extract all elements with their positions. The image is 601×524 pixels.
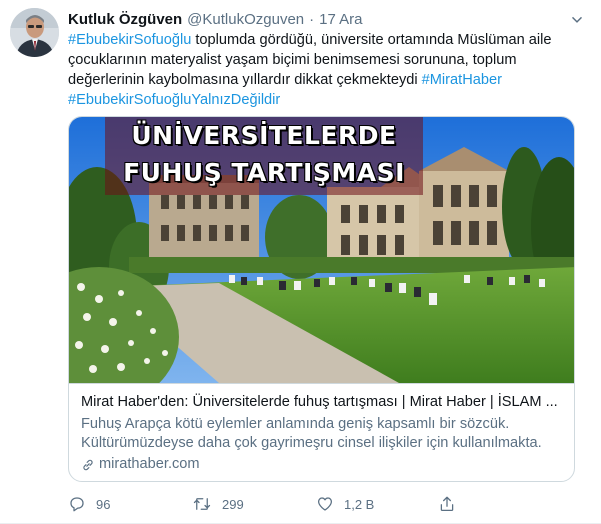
avatar[interactable] xyxy=(10,8,59,57)
link-preview-card[interactable]: ÜNİVERSİTELERDE FUHUŞ TARTIŞMASI Mirat H… xyxy=(68,116,575,482)
reply-icon xyxy=(70,497,84,512)
retweet-count: 299 xyxy=(222,496,244,512)
retweet-icon xyxy=(193,498,211,510)
headline-banner: ÜNİVERSİTELERDE FUHUŞ TARTIŞMASI xyxy=(105,117,423,195)
tweet-text: #EbubekirSofuoğlu toplumda gördüğü, üniv… xyxy=(68,30,583,110)
link-icon xyxy=(83,459,93,470)
headline-line-2: FUHUŞ TARTIŞMASI xyxy=(123,158,405,187)
share-icon xyxy=(440,496,454,512)
avatar-image xyxy=(10,8,59,57)
hashtag-link[interactable]: #EbubekirSofuoğluYalnızDeğildir xyxy=(68,92,280,108)
heart-icon xyxy=(317,497,333,511)
more-button[interactable] xyxy=(567,10,587,30)
card-image[interactable]: ÜNİVERSİTELERDE FUHUŞ TARTIŞMASI xyxy=(69,117,574,383)
headline-line-1: ÜNİVERSİTELERDE xyxy=(131,121,397,150)
card-domain: mirathaber.com xyxy=(99,456,200,472)
card-text-area[interactable]: Mirat Haber'den: Üniversitelerde fuhuş t… xyxy=(69,383,574,481)
hashtag-link[interactable]: #EbubekirSofuoğlu xyxy=(68,32,191,48)
author-handle[interactable]: @KutlukOzguven xyxy=(187,11,304,28)
like-button[interactable]: 1,2 B xyxy=(316,494,374,514)
separator-dot: · xyxy=(309,10,315,28)
tweet-header: Kutluk Özgüven @KutlukOzguven · 17 Ara xyxy=(68,9,363,29)
retweet-button[interactable]: 299 xyxy=(192,494,244,514)
tweet[interactable]: Kutluk Özgüven @KutlukOzguven · 17 Ara #… xyxy=(0,0,601,524)
card-description: Fuhuş Arapça kötü eylemler anlamında gen… xyxy=(81,416,542,451)
tweet-date[interactable]: 17 Ara xyxy=(319,11,362,28)
share-button[interactable] xyxy=(438,494,466,514)
reply-button[interactable]: 96 xyxy=(68,494,110,514)
like-count: 1,2 B xyxy=(344,496,375,512)
card-title: Mirat Haber'den: Üniversitelerde fuhuş t… xyxy=(81,394,558,410)
card-domain-row: mirathaber.com xyxy=(81,455,564,474)
more-icon xyxy=(571,16,583,23)
tweet-actions: 96 299 1,2 B xyxy=(68,494,583,514)
author-display-name[interactable]: Kutluk Özgüven xyxy=(68,11,182,28)
reply-count: 96 xyxy=(96,496,111,512)
hashtag-link[interactable]: #MiratHaber xyxy=(422,72,502,88)
